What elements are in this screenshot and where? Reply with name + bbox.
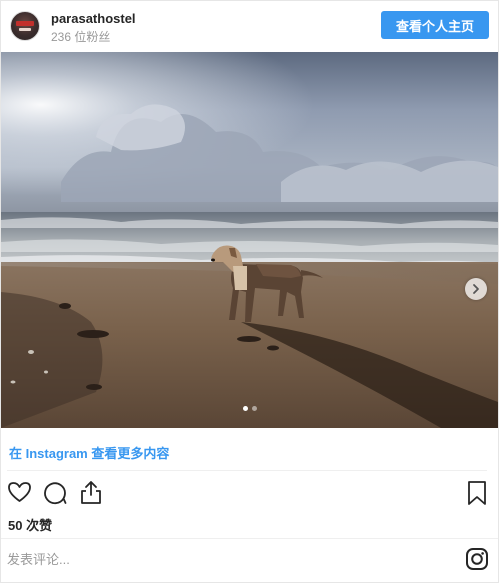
view-more-on-instagram-link[interactable]: 在 Instagram 查看更多内容 [9,443,169,462]
action-bar [1,477,498,511]
beach-dog-photo [1,52,498,428]
next-slide-button[interactable] [465,278,487,300]
post-header: parasathostel 236 位粉丝 查看个人主页 [1,1,498,51]
comment-icon[interactable] [43,480,68,505]
avatar[interactable] [10,11,40,41]
carousel-dot-active [242,406,248,411]
carousel-dot [251,406,257,411]
instagram-logo-icon[interactable] [465,547,489,571]
heart-icon[interactable] [7,480,32,504]
like-count: 50 次赞 [8,518,53,533]
username[interactable]: parasathostel [51,11,136,26]
post-photo[interactable] [1,52,498,428]
avatar-logo-text-band [19,28,31,31]
comment-input[interactable] [7,549,427,569]
bookmark-icon[interactable] [467,480,487,506]
chevron-right-icon [473,284,479,294]
avatar-logo-band [16,21,34,26]
divider [1,538,498,539]
view-profile-button[interactable]: 查看个人主页 [381,11,489,39]
carousel-indicator [1,406,498,414]
follower-count: 236 位粉丝 [51,30,111,44]
divider [7,470,487,471]
instagram-embed: parasathostel 236 位粉丝 查看个人主页 在 Instagram… [0,0,499,583]
share-icon[interactable] [79,479,103,505]
